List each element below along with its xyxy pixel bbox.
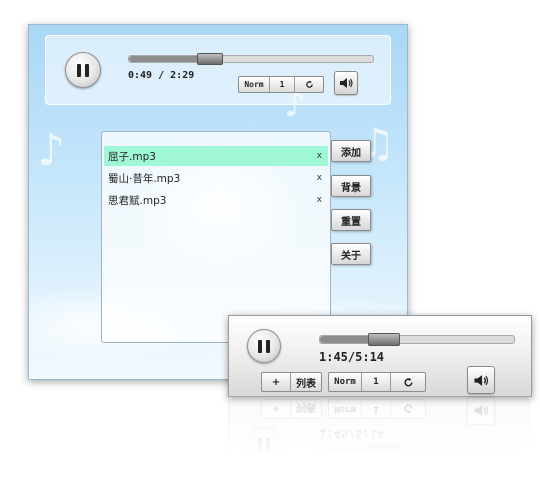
mini-seek-handle[interactable] [368, 333, 401, 346]
track-title: 思君赋.mp3 [108, 194, 167, 207]
total-time: 2:29 [170, 70, 195, 81]
speaker-icon [474, 374, 489, 386]
mini-list-button[interactable]: 列表 [291, 373, 321, 391]
reflection-part [319, 445, 515, 458]
repeat-icon [305, 80, 313, 88]
reflection-image: 1:45/5:14 + 列表 Norm 1 [228, 396, 530, 460]
reflection-part [467, 397, 495, 425]
speaker-icon [340, 78, 353, 88]
mini-time-display: 1:45/5:14 [319, 350, 385, 364]
playlist: 屈子.mp3 x 蜀山·昔年.mp3 x 思君赋.mp3 x [101, 131, 331, 343]
add-button[interactable]: 添加 [331, 140, 371, 162]
playlist-item[interactable]: 思君赋.mp3 x [104, 190, 328, 210]
background-button[interactable]: 背景 [331, 175, 371, 197]
time-display: 0:49 / 2:29 [128, 70, 194, 81]
mini-controls: + 列表 Norm 1 [261, 372, 426, 392]
remove-track-button[interactable]: x [317, 195, 322, 205]
mini-player-reflection: 1:45/5:14 + 列表 Norm 1 [228, 396, 530, 460]
reflection-part: + 列表 Norm 1 [261, 399, 426, 419]
reflection-fade [228, 396, 530, 460]
music-note-decoration-icon: ♪ [37, 125, 66, 176]
repeat-icon [403, 377, 413, 386]
mini-seek-bar[interactable] [319, 333, 515, 346]
reflection-part: 1:45/5:14 + 列表 Norm 1 [228, 396, 530, 460]
mini-mode-button[interactable]: Norm [329, 373, 362, 391]
mini-repeat-button[interactable] [391, 373, 425, 391]
control-panel: 0:49 / 2:29 Norm 1 [45, 35, 391, 105]
mini-add-button[interactable]: + [262, 373, 291, 391]
time-separator: / [152, 70, 171, 81]
pause-icon [258, 339, 270, 353]
reflection-part: + [262, 400, 291, 418]
mini-repeat-count-button[interactable]: 1 [362, 373, 391, 391]
reflection-part [258, 438, 270, 452]
mode-button[interactable]: Norm [239, 77, 270, 92]
volume-button[interactable] [334, 71, 358, 95]
mini-player-window: 1:45/5:14 + 列表 Norm 1 [228, 315, 532, 397]
reflection-part [320, 448, 385, 455]
reflection-part [403, 405, 413, 414]
reflection-part [247, 428, 281, 460]
remove-track-button[interactable]: x [317, 173, 322, 183]
repeat-count-button[interactable]: 1 [270, 77, 295, 92]
seek-bar[interactable] [128, 53, 374, 65]
reflection-part: 列表 [296, 401, 316, 413]
playlist-item[interactable]: 蜀山·昔年.mp3 x [104, 168, 328, 188]
reflection-part [368, 445, 401, 458]
mini-playback-mode-controls: Norm 1 [328, 372, 426, 392]
play-pause-button[interactable] [65, 52, 101, 88]
mini-play-pause-button[interactable] [247, 329, 281, 363]
seek-handle[interactable] [196, 53, 223, 65]
playlist-item[interactable]: 屈子.mp3 x [104, 146, 328, 166]
mini-volume-button[interactable] [467, 366, 495, 394]
current-time: 0:49 [128, 70, 153, 81]
track-title: 蜀山·昔年.mp3 [108, 172, 181, 185]
reflection-part: Norm [329, 400, 362, 418]
reflection-part: 1 [362, 400, 391, 418]
pause-icon [77, 63, 89, 77]
reflection-part [391, 400, 425, 418]
reset-button[interactable]: 重置 [331, 209, 371, 231]
reflection-part: + 列表 [261, 399, 322, 419]
playback-mode-controls: Norm 1 [238, 76, 324, 93]
track-title: 屈子.mp3 [108, 150, 156, 163]
repeat-button[interactable] [295, 77, 323, 92]
reflection-part: Norm 1 [328, 399, 426, 419]
reflection-part [474, 405, 489, 417]
about-button[interactable]: 关于 [331, 243, 371, 265]
remove-track-button[interactable]: x [317, 151, 322, 161]
reflection-part: 1:45/5:14 [319, 427, 385, 441]
mini-list-controls: + 列表 [261, 372, 322, 392]
